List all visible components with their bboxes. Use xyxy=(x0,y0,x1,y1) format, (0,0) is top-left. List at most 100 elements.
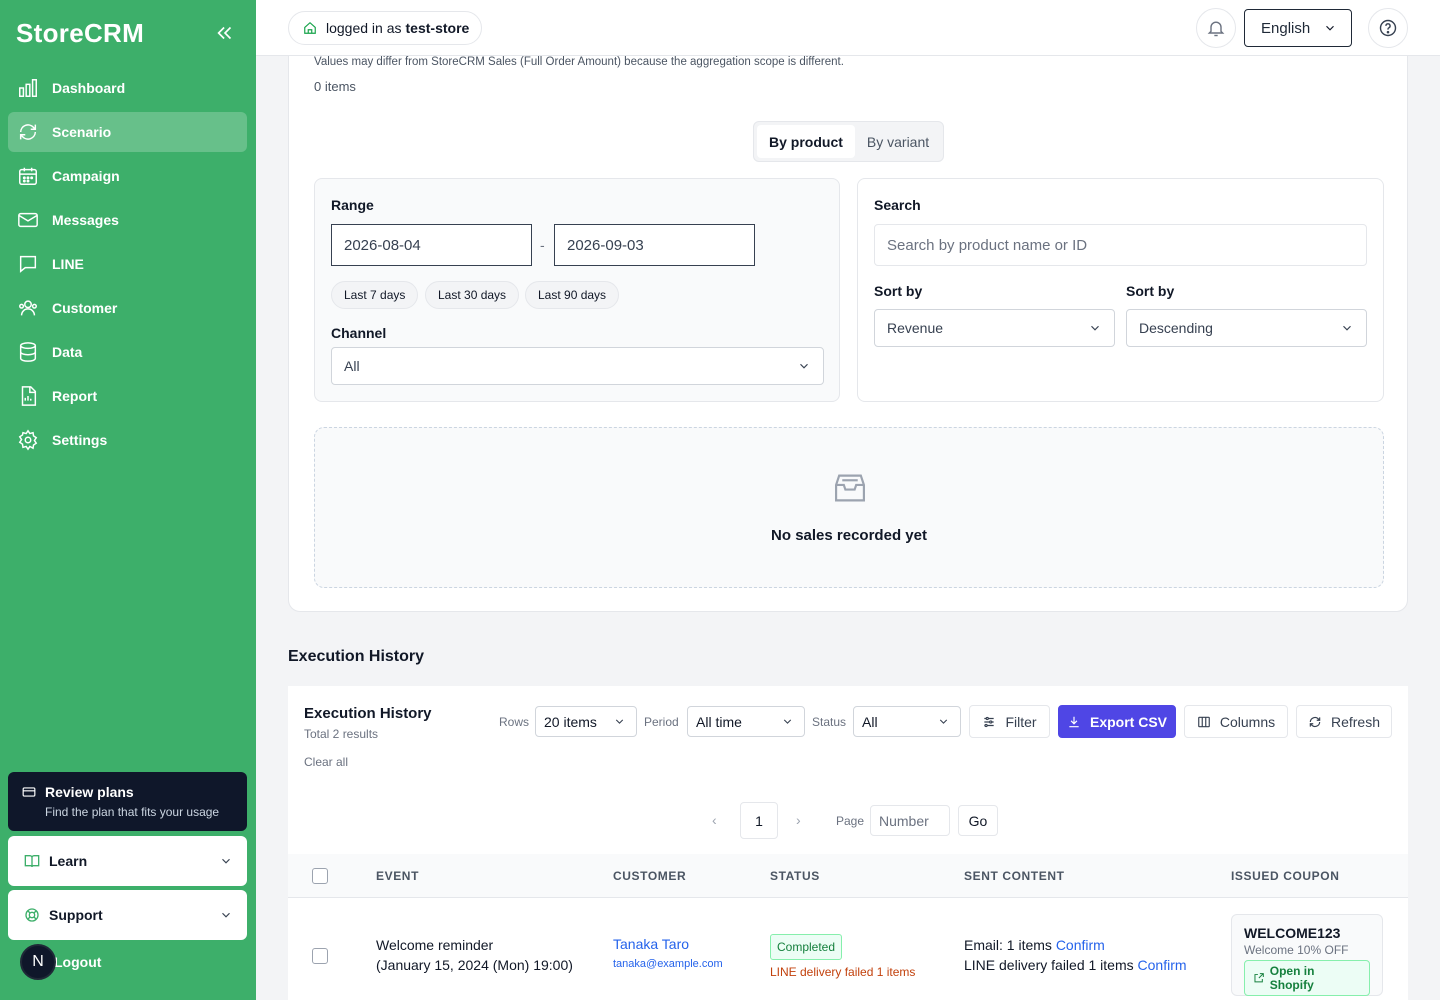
last-7-days-chip[interactable]: Last 7 days xyxy=(331,281,419,309)
status-value: All xyxy=(862,713,878,730)
refresh-icon xyxy=(16,120,40,144)
store-indicator: logged in as test-store xyxy=(288,11,483,45)
rows-label: Rows xyxy=(499,715,530,729)
sidebar-item-messages[interactable]: Messages xyxy=(8,200,247,240)
event-cell: Welcome reminder (January 15, 2024 (Mon)… xyxy=(376,935,573,975)
external-link-icon xyxy=(1254,973,1264,983)
column-issued-coupon[interactable]: ISSUED COUPON xyxy=(1231,869,1339,883)
confirm-line-link[interactable]: Confirm xyxy=(1138,957,1187,973)
sidebar-item-label: Dashboard xyxy=(52,80,126,96)
items-count: 0 items xyxy=(314,79,356,94)
refresh-icon xyxy=(1309,716,1321,727)
filter-button[interactable]: Filter xyxy=(969,705,1050,738)
status-select[interactable]: All xyxy=(853,706,961,737)
column-sent-content[interactable]: SENT CONTENT xyxy=(964,869,1065,883)
sidebar-item-scenario[interactable]: Scenario xyxy=(8,112,247,152)
columns-icon xyxy=(1198,716,1210,727)
sidebar-item-label: Report xyxy=(52,388,98,404)
by-variant-toggle[interactable]: By variant xyxy=(855,125,941,158)
last-90-days-chip[interactable]: Last 90 days xyxy=(525,281,620,309)
language-select[interactable]: English xyxy=(1244,9,1352,47)
coupon-description: Welcome 10% OFF xyxy=(1244,943,1349,957)
sidebar: StoreCRM Dashboard Scenario Campaign Mes… xyxy=(0,0,256,1000)
channel-select[interactable]: All xyxy=(331,347,824,385)
period-label: Period xyxy=(644,715,679,729)
logout-link[interactable]: N Logout xyxy=(20,944,101,980)
prev-page-icon[interactable]: ‹ xyxy=(712,812,717,828)
learn-label: Learn xyxy=(49,853,88,869)
page-number-input[interactable]: Number xyxy=(870,805,950,836)
sidebar-item-line[interactable]: LINE xyxy=(8,244,247,284)
export-csv-button[interactable]: Export CSV xyxy=(1058,705,1176,738)
sidebar-item-label: LINE xyxy=(52,256,84,272)
database-icon xyxy=(16,340,40,364)
chevron-down-icon xyxy=(1343,325,1351,331)
last-30-days-chip[interactable]: Last 30 days xyxy=(425,281,520,309)
period-value: All time xyxy=(696,713,742,730)
customer-name-link[interactable]: Tanaka Taro xyxy=(613,934,723,954)
logout-label: Logout xyxy=(54,954,102,970)
row-checkbox[interactable] xyxy=(312,948,328,964)
sidebar-item-customer[interactable]: Customer xyxy=(8,288,247,328)
home-icon xyxy=(304,21,316,34)
rows-select[interactable]: 20 items xyxy=(535,706,637,737)
column-customer[interactable]: CUSTOMER xyxy=(613,869,686,883)
sidebar-item-dashboard[interactable]: Dashboard xyxy=(8,68,247,108)
sliders-icon xyxy=(984,716,995,727)
confirm-email-link[interactable]: Confirm xyxy=(1056,937,1105,953)
support-accordion[interactable]: Support xyxy=(8,890,247,940)
sort-field-value: Revenue xyxy=(887,320,944,336)
sidebar-item-report[interactable]: Report xyxy=(8,376,247,416)
sidebar-nav: Dashboard Scenario Campaign Messages LIN… xyxy=(8,68,247,464)
status-cell: Completed LINE delivery failed 1 items xyxy=(770,934,915,982)
report-icon xyxy=(16,384,40,408)
next-page-icon[interactable]: › xyxy=(796,812,801,828)
users-icon xyxy=(16,296,40,320)
refresh-button[interactable]: Refresh xyxy=(1296,705,1392,738)
table-header: EVENT CUSTOMER STATUS SENT CONTENT ISSUE… xyxy=(288,854,1408,898)
product-search-input[interactable]: Search by product name or ID xyxy=(874,224,1367,266)
open-in-shopify-button[interactable]: Open in Shopify xyxy=(1244,960,1370,996)
select-all-checkbox[interactable] xyxy=(312,868,328,884)
bar-chart-icon xyxy=(16,76,40,100)
event-name: Welcome reminder xyxy=(376,937,494,953)
clear-all-link[interactable]: Clear all xyxy=(304,755,348,769)
date-from-input[interactable]: 2026-08-04 xyxy=(331,224,532,266)
review-plans-title: Review plans xyxy=(45,784,134,800)
customer-email-link[interactable]: tanaka@example.com xyxy=(613,954,723,974)
notifications-button[interactable] xyxy=(1196,8,1236,48)
sort-field-select[interactable]: Revenue xyxy=(874,309,1115,347)
language-value: English xyxy=(1261,19,1311,37)
section-title: Execution History xyxy=(288,648,425,665)
review-plans-subtitle: Find the plan that fits your usage xyxy=(45,805,220,819)
by-product-toggle[interactable]: By product xyxy=(757,125,855,158)
channel-value: All xyxy=(344,358,360,374)
support-icon xyxy=(25,908,39,922)
go-button[interactable]: Go xyxy=(958,805,998,836)
empty-message: No sales recorded yet xyxy=(771,527,927,544)
column-status[interactable]: STATUS xyxy=(770,869,820,883)
book-icon xyxy=(24,855,40,868)
sidebar-item-label: Customer xyxy=(52,300,118,316)
help-button[interactable] xyxy=(1368,8,1408,48)
sort-order-select[interactable]: Descending xyxy=(1126,309,1367,347)
column-event[interactable]: EVENT xyxy=(376,869,419,883)
learn-accordion[interactable]: Learn xyxy=(8,836,247,886)
coupon-code: WELCOME123 xyxy=(1244,925,1341,941)
sidebar-item-settings[interactable]: Settings xyxy=(8,420,247,460)
search-label: Search xyxy=(874,197,921,213)
period-select[interactable]: All time xyxy=(687,706,805,737)
review-plans-card[interactable]: Review plans Find the plan that fits you… xyxy=(8,772,247,831)
sidebar-item-label: Data xyxy=(52,344,83,360)
collapse-sidebar-icon[interactable] xyxy=(214,22,236,44)
store-name: test-store xyxy=(405,20,470,36)
channel-label: Channel xyxy=(331,325,387,341)
sidebar-item-campaign[interactable]: Campaign xyxy=(8,156,247,196)
date-to-input[interactable]: 2026-09-03 xyxy=(554,224,755,266)
columns-button[interactable]: Columns xyxy=(1184,705,1288,738)
search-panel: Search Search by product name or ID Sort… xyxy=(857,178,1384,402)
current-page[interactable]: 1 xyxy=(740,802,778,839)
sent-line-text: LINE delivery failed 1 items xyxy=(964,957,1134,973)
avatar[interactable]: N xyxy=(20,944,56,980)
sidebar-item-data[interactable]: Data xyxy=(8,332,247,372)
